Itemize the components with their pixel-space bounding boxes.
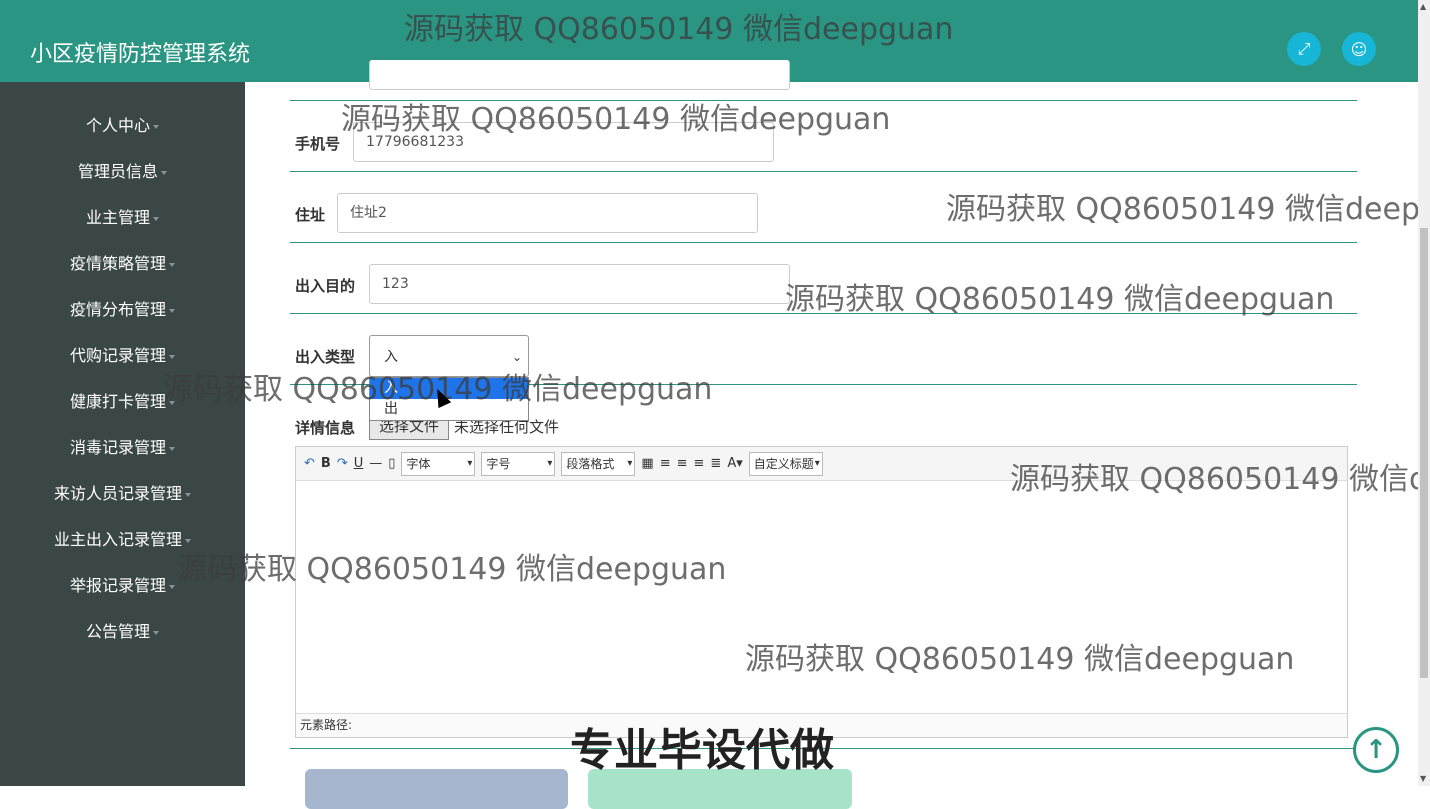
table-icon[interactable]: ▦ — [641, 456, 653, 471]
paragraph-select[interactable]: 段落格式 — [561, 451, 636, 476]
font-color-icon[interactable]: A▾ — [727, 456, 742, 471]
app-title: 小区疫情防控管理系统 — [30, 42, 251, 67]
watermark: 源码获取 QQ86050149 微信deepguan — [946, 192, 1418, 227]
watermark: 源码获取 QQ86050149 微信deepguan — [785, 282, 1335, 317]
chevron-down-icon: ⌄ — [511, 350, 522, 364]
address-label: 住址 — [295, 206, 326, 224]
sidebar-item-personal-center[interactable]: 个人中心 — [0, 103, 245, 149]
underline-icon[interactable]: U — [354, 456, 364, 471]
font-select[interactable]: 字体 — [401, 451, 476, 476]
back-to-top-button[interactable]: ↑ — [1353, 727, 1399, 773]
user-icon[interactable]: ☺ — [1342, 32, 1376, 66]
arrow-up-icon: ↑ — [1365, 735, 1387, 765]
divider — [290, 171, 1357, 172]
phone-label: 手机号 — [295, 135, 341, 153]
scroll-down-icon[interactable]: ▼ — [1420, 774, 1426, 783]
divider — [290, 242, 1357, 243]
bold-icon[interactable]: B — [321, 456, 331, 471]
submit-button[interactable] — [305, 769, 568, 809]
undo-icon[interactable]: ↶ — [304, 456, 315, 471]
justify-icon[interactable]: ≣ — [710, 456, 721, 471]
align-left-icon[interactable]: ≡ — [660, 456, 671, 471]
sidebar-item-reports[interactable]: 举报记录管理 — [0, 563, 245, 609]
sidebar-item-disinfection[interactable]: 消毒记录管理 — [0, 425, 245, 471]
rich-text-editor: ↶ B ↷ U — ▯ 字体 字号 段落格式 ▦ ≡ ≡ ≡ ≣ A▾ 自定义标… — [295, 446, 1348, 738]
horizontal-rule-icon[interactable]: — — [369, 456, 382, 471]
sidebar-item-distribution[interactable]: 疫情分布管理 — [0, 287, 245, 333]
type-label: 出入类型 — [295, 348, 356, 366]
type-select[interactable]: 入 ⌄ — [369, 335, 529, 377]
fullscreen-icon[interactable]: ⤢ — [1287, 32, 1321, 66]
sidebar-item-health[interactable]: 健康打卡管理 — [0, 379, 245, 425]
purpose-input[interactable]: 123 — [369, 264, 790, 304]
sidebar-item-owner-management[interactable]: 业主管理 — [0, 195, 245, 241]
previous-field-input[interactable] — [369, 60, 790, 90]
sidebar: 个人中心 管理员信息 业主管理 疫情策略管理 疫情分布管理 代购记录管理 健康打… — [0, 82, 245, 786]
custom-title-select[interactable]: 自定义标题 — [748, 451, 823, 476]
redo-icon[interactable]: ↷ — [337, 456, 348, 471]
align-right-icon[interactable]: ≡ — [677, 456, 688, 471]
detail-label: 详情信息 — [295, 419, 356, 437]
purpose-label: 出入目的 — [295, 277, 356, 295]
size-select[interactable]: 字号 — [481, 451, 556, 476]
document-icon[interactable]: ▯ — [388, 456, 395, 471]
align-center-icon[interactable]: ≡ — [694, 456, 705, 471]
sidebar-item-announcements[interactable]: 公告管理 — [0, 609, 245, 655]
sidebar-item-admin-info[interactable]: 管理员信息 — [0, 149, 245, 195]
sidebar-item-strategy[interactable]: 疫情策略管理 — [0, 241, 245, 287]
sidebar-item-entry-exit[interactable]: 业主出入记录管理 — [0, 517, 245, 563]
scrollbar-thumb[interactable] — [1420, 228, 1428, 678]
type-select-value: 入 — [384, 349, 398, 365]
divider — [290, 313, 1357, 314]
sidebar-item-visitors[interactable]: 来访人员记录管理 — [0, 471, 245, 517]
sidebar-item-purchase[interactable]: 代购记录管理 — [0, 333, 245, 379]
type-option-in[interactable]: 入 — [370, 378, 528, 399]
address-input[interactable]: 住址2 — [337, 193, 758, 233]
scrollbar[interactable]: ▲ ▼ — [1418, 0, 1430, 786]
watermark-big: 专业毕设代做 — [570, 725, 834, 776]
divider — [290, 100, 1357, 101]
editor-toolbar: ↶ B ↷ U — ▯ 字体 字号 段落格式 ▦ ≡ ≡ ≡ ≣ A▾ 自定义标… — [296, 447, 1347, 481]
scroll-up-icon[interactable]: ▲ — [1420, 2, 1426, 11]
phone-input[interactable]: 17796681233 — [353, 122, 774, 162]
